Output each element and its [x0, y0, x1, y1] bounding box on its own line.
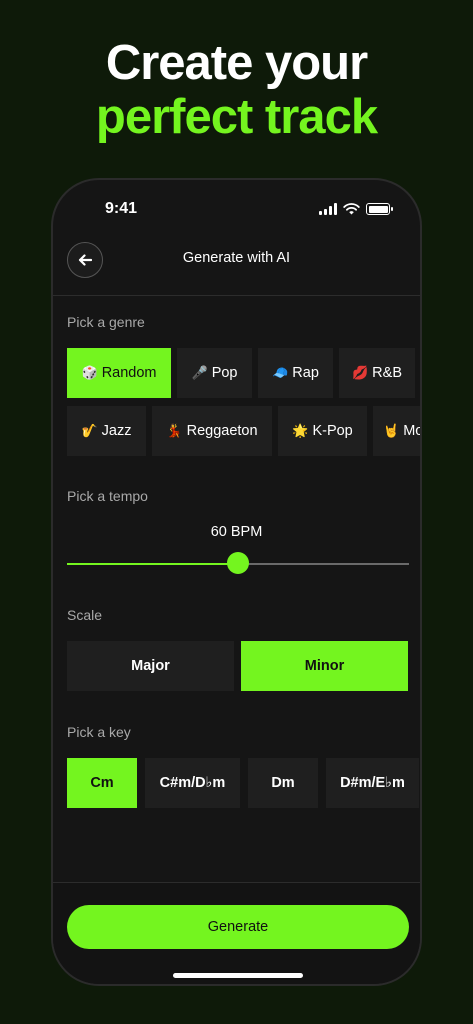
cellular-signal-icon: [319, 203, 337, 215]
dice-icon: 🎲: [81, 365, 98, 380]
genre-chip-label: Random: [101, 365, 157, 381]
wifi-icon: [343, 203, 360, 215]
genre-chip-kpop[interactable]: 🌟 K-Pop: [278, 406, 367, 456]
tempo-slider-fill: [67, 563, 238, 565]
cap-icon: 🧢: [272, 365, 289, 380]
genre-chip-metal[interactable]: 🤘 Mo: [373, 406, 422, 456]
key-label: Pick a key: [67, 724, 131, 740]
genre-chip-pop[interactable]: 🎤 Pop: [177, 348, 252, 398]
genre-chip-label: Mo: [403, 423, 422, 439]
lips-icon: 💋: [351, 365, 369, 380]
scale-major-button[interactable]: Major: [67, 641, 234, 691]
key-chip-csharp-m[interactable]: C#m/D♭m: [145, 758, 240, 808]
bottom-bar: Generate: [53, 882, 420, 984]
headline-line-2: perfect track: [95, 90, 378, 144]
genre-row-1: 🎲 Random 🎤 Pop 🧢 Rap 💋 R&B: [67, 348, 415, 398]
saxophone-icon: 🎷: [81, 423, 98, 438]
phone-frame: 9:41 Generate with AI Pick a genre 🎲 Ran…: [51, 178, 422, 986]
key-chip-dm[interactable]: Dm: [248, 758, 318, 808]
key-chip-dsharp-m[interactable]: D#m/E♭m: [326, 758, 419, 808]
nav-bar: Generate with AI: [53, 240, 420, 296]
genre-chip-label: Reggaeton: [186, 423, 258, 439]
status-time: 9:41: [105, 200, 138, 217]
genre-chip-label: R&B: [372, 365, 402, 381]
microphone-icon: 🎤: [191, 365, 208, 380]
dancer-icon: 💃: [166, 423, 183, 438]
headline-line-1: Create your: [105, 36, 368, 90]
genre-chip-label: Pop: [211, 365, 238, 381]
nav-divider: [53, 295, 420, 296]
genre-chip-random[interactable]: 🎲 Random: [67, 348, 171, 398]
scale-label: Scale: [67, 607, 103, 623]
battery-icon: [366, 203, 393, 215]
status-bar: 9:41: [53, 200, 420, 220]
page-title: Generate with AI: [182, 250, 291, 266]
scale-options: Major Minor: [67, 641, 408, 691]
genre-chip-rap[interactable]: 🧢 Rap: [258, 348, 333, 398]
tempo-slider[interactable]: [67, 552, 409, 574]
home-indicator: [173, 973, 303, 978]
headline: Create your perfect track: [0, 36, 473, 144]
genre-chip-jazz[interactable]: 🎷 Jazz: [67, 406, 146, 456]
genre-label: Pick a genre: [67, 314, 145, 330]
genre-chip-rnb[interactable]: 💋 R&B: [339, 348, 415, 398]
rock-hand-icon: 🤘: [383, 423, 400, 438]
tempo-value: 60 BPM: [210, 524, 263, 540]
genre-row-2: 🎷 Jazz 💃 Reggaeton 🌟 K-Pop 🤘 Mo: [67, 406, 422, 456]
genre-chip-label: Rap: [292, 365, 319, 381]
key-chip-cm[interactable]: Cm: [67, 758, 137, 808]
key-options: Cm C#m/D♭m Dm D#m/E♭m: [67, 758, 419, 808]
tempo-slider-thumb[interactable]: [227, 552, 249, 574]
status-icons: [319, 203, 393, 215]
star-icon: 🌟: [292, 423, 309, 438]
genre-chip-reggaeton[interactable]: 💃 Reggaeton: [152, 406, 272, 456]
scale-minor-button[interactable]: Minor: [241, 641, 408, 691]
genre-chip-label: K-Pop: [312, 423, 353, 439]
generate-button[interactable]: Generate: [67, 905, 409, 949]
genre-chip-label: Jazz: [101, 423, 132, 439]
tempo-label: Pick a tempo: [67, 488, 148, 504]
